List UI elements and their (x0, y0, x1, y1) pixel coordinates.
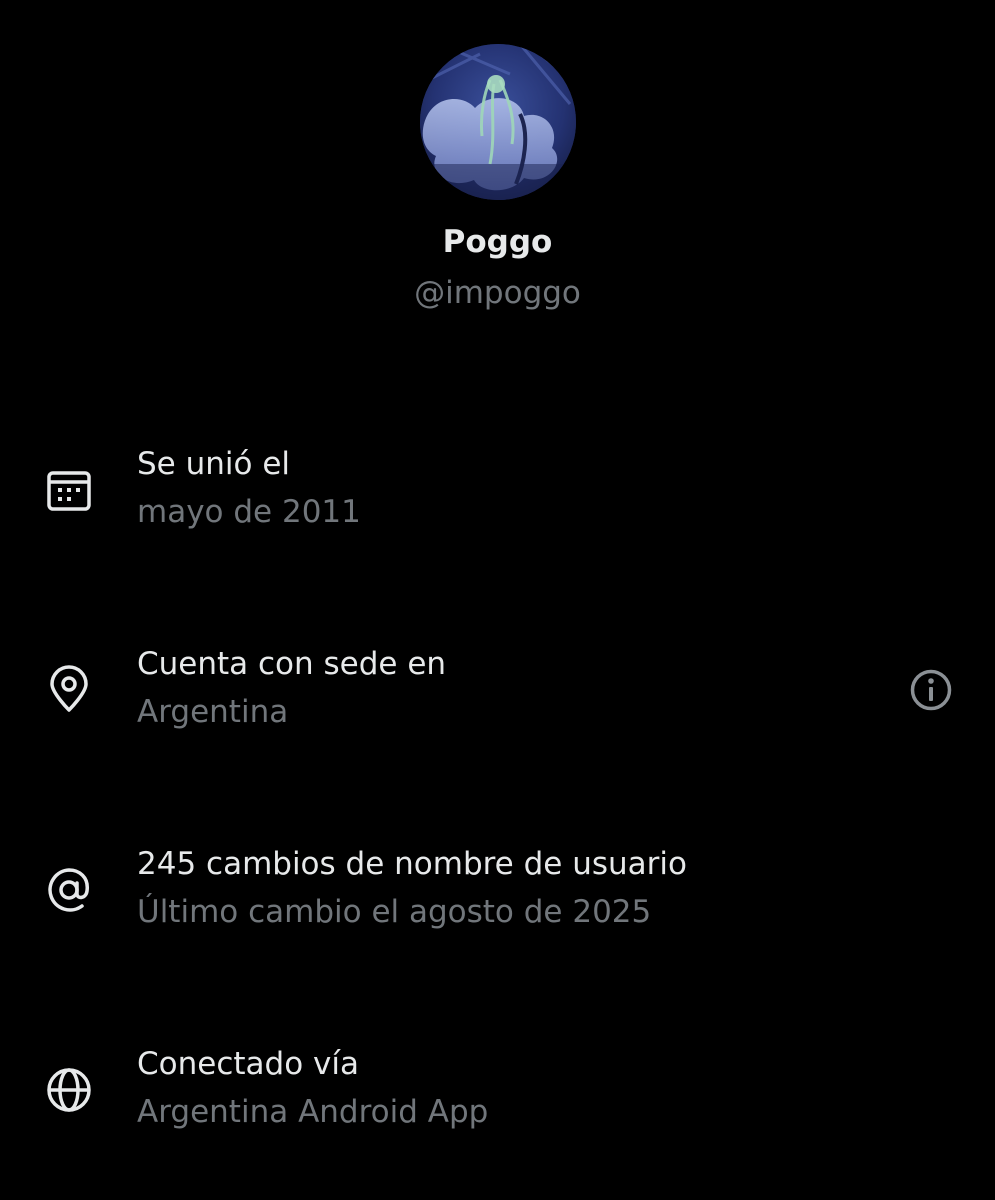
username-last-change: Último cambio el agosto de 2025 (137, 894, 652, 930)
avatar[interactable] (420, 44, 576, 200)
joined-label: Se unió el (137, 446, 291, 482)
connected-via-value: Argentina Android App (137, 1094, 489, 1130)
account-location-label: Cuenta con sede en (137, 646, 447, 682)
display-name: Poggo (442, 224, 553, 260)
globe-icon (44, 1065, 94, 1115)
account-location-row: Cuenta con sede en Argentina (0, 643, 995, 753)
username-handle: @impoggo (414, 275, 581, 311)
at-sign-icon (44, 865, 94, 915)
username-changes-row: 245 cambios de nombre de usuario Último … (0, 843, 995, 953)
info-icon[interactable] (906, 665, 956, 715)
avatar-image (420, 44, 576, 200)
username-changes-count: 245 cambios de nombre de usuario (137, 846, 687, 882)
location-pin-icon (44, 665, 94, 715)
connected-via-label: Conectado vía (137, 1046, 359, 1082)
joined-date: mayo de 2011 (137, 494, 361, 530)
connected-via-row: Conectado vía Argentina Android App (0, 1043, 995, 1153)
joined-date-row: Se unió el mayo de 2011 (0, 443, 995, 553)
calendar-icon (44, 465, 94, 515)
account-location-value: Argentina (137, 694, 289, 730)
